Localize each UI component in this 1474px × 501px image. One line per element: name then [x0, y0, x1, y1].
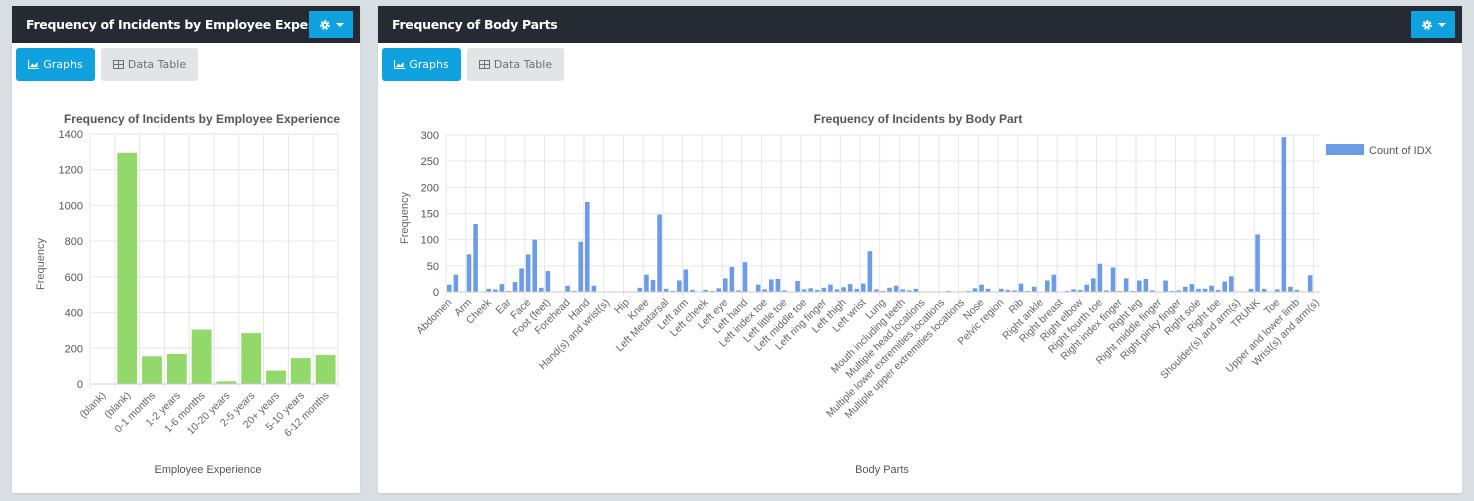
y-tick-label: 250 [421, 156, 439, 168]
bar [142, 356, 162, 384]
y-tick-label: 1200 [59, 165, 83, 177]
bar [1097, 263, 1103, 292]
bar [768, 279, 774, 292]
bar [775, 278, 781, 292]
bar [972, 288, 978, 292]
y-tick-label: 200 [65, 343, 83, 355]
y-tick-label: 300 [421, 130, 439, 142]
bar [893, 285, 899, 292]
bar [1163, 280, 1168, 292]
bar [1209, 285, 1214, 292]
bar [241, 333, 262, 384]
bar [290, 358, 311, 384]
y-tick-label: 150 [421, 209, 439, 221]
y-tick-label: 400 [65, 308, 83, 320]
bar [683, 269, 689, 292]
x-axis-title: Body Parts [855, 464, 909, 476]
bar [166, 354, 187, 384]
bar [722, 278, 728, 292]
bar [578, 241, 584, 292]
bar [453, 274, 459, 292]
y-tick-label: 0 [77, 379, 83, 391]
bar [1281, 137, 1287, 292]
body-parts-panel: Frequency of Body Parts Graphs Data Tabl… [378, 6, 1462, 493]
y-axis-title: Frequency [35, 238, 47, 290]
bar [867, 251, 873, 292]
bar [473, 223, 478, 292]
bar [860, 283, 866, 292]
bar [532, 239, 538, 292]
x-tick-label: (blank) [77, 390, 108, 421]
bar [676, 280, 682, 292]
bar [1288, 286, 1293, 292]
bar [1051, 274, 1057, 292]
bar [538, 287, 544, 292]
bar [1136, 280, 1142, 292]
bar [755, 284, 761, 292]
y-tick-label: 100 [421, 235, 439, 247]
bar [565, 285, 570, 292]
bar [512, 282, 518, 292]
bar [1084, 284, 1090, 292]
bar [729, 266, 735, 292]
bar [499, 284, 505, 292]
bar [446, 284, 452, 292]
bar [657, 214, 662, 292]
body-parts-chart: Frequency of Incidents by Body Part 0 50 10… [399, 112, 1433, 476]
bar [266, 370, 286, 384]
bar [191, 329, 212, 384]
bar [979, 284, 984, 292]
bar [584, 201, 590, 292]
bar [841, 287, 846, 292]
bar [1044, 280, 1050, 292]
bar [808, 288, 814, 292]
y-tick-label: 50 [427, 261, 439, 273]
y-axis-title: Frequency [399, 192, 411, 244]
bar [644, 274, 649, 292]
bar [315, 355, 336, 384]
bar [1031, 286, 1037, 292]
x-tick-label: Abdomen [414, 297, 454, 337]
bar [650, 279, 656, 292]
bar [821, 287, 827, 292]
bar [1110, 267, 1116, 292]
bar [637, 287, 643, 292]
bar [795, 281, 800, 292]
experience-chart: Frequency of Incidents by Employee Exper… [35, 112, 340, 476]
bar [519, 268, 524, 292]
y-tick-label: 1000 [59, 200, 83, 212]
chart-title: Frequency of Incidents by Body Part [814, 112, 1023, 126]
bar [1182, 286, 1188, 292]
bar [887, 287, 892, 292]
bar [716, 288, 722, 292]
bar [1255, 234, 1260, 292]
bar [1143, 278, 1149, 292]
y-tick-label: 1400 [59, 129, 83, 141]
bar [1018, 283, 1024, 292]
bar [1228, 276, 1234, 292]
y-tick-label: 600 [65, 272, 83, 284]
bar [1090, 278, 1096, 292]
bar [591, 285, 597, 292]
bar [847, 284, 853, 292]
bar [742, 262, 748, 292]
bar [466, 254, 472, 292]
bar [1123, 278, 1129, 292]
x-axis-title: Employee Experience [154, 464, 261, 476]
legend-label: Count of IDX [1369, 145, 1433, 157]
bar [1307, 275, 1313, 292]
legend-swatch [1326, 144, 1364, 155]
chart-title: Frequency of Incidents by Employee Exper… [64, 112, 340, 126]
y-tick-label: 0 [433, 287, 439, 299]
bar [1222, 281, 1228, 292]
bar [117, 152, 138, 384]
bar [828, 284, 833, 292]
bar [1189, 284, 1195, 292]
bar [545, 271, 551, 292]
y-tick-label: 800 [65, 236, 83, 248]
bar [525, 254, 531, 292]
experience-panel: Frequency of Incidents by Employee Exper… [12, 6, 360, 493]
y-tick-label: 200 [421, 182, 439, 194]
